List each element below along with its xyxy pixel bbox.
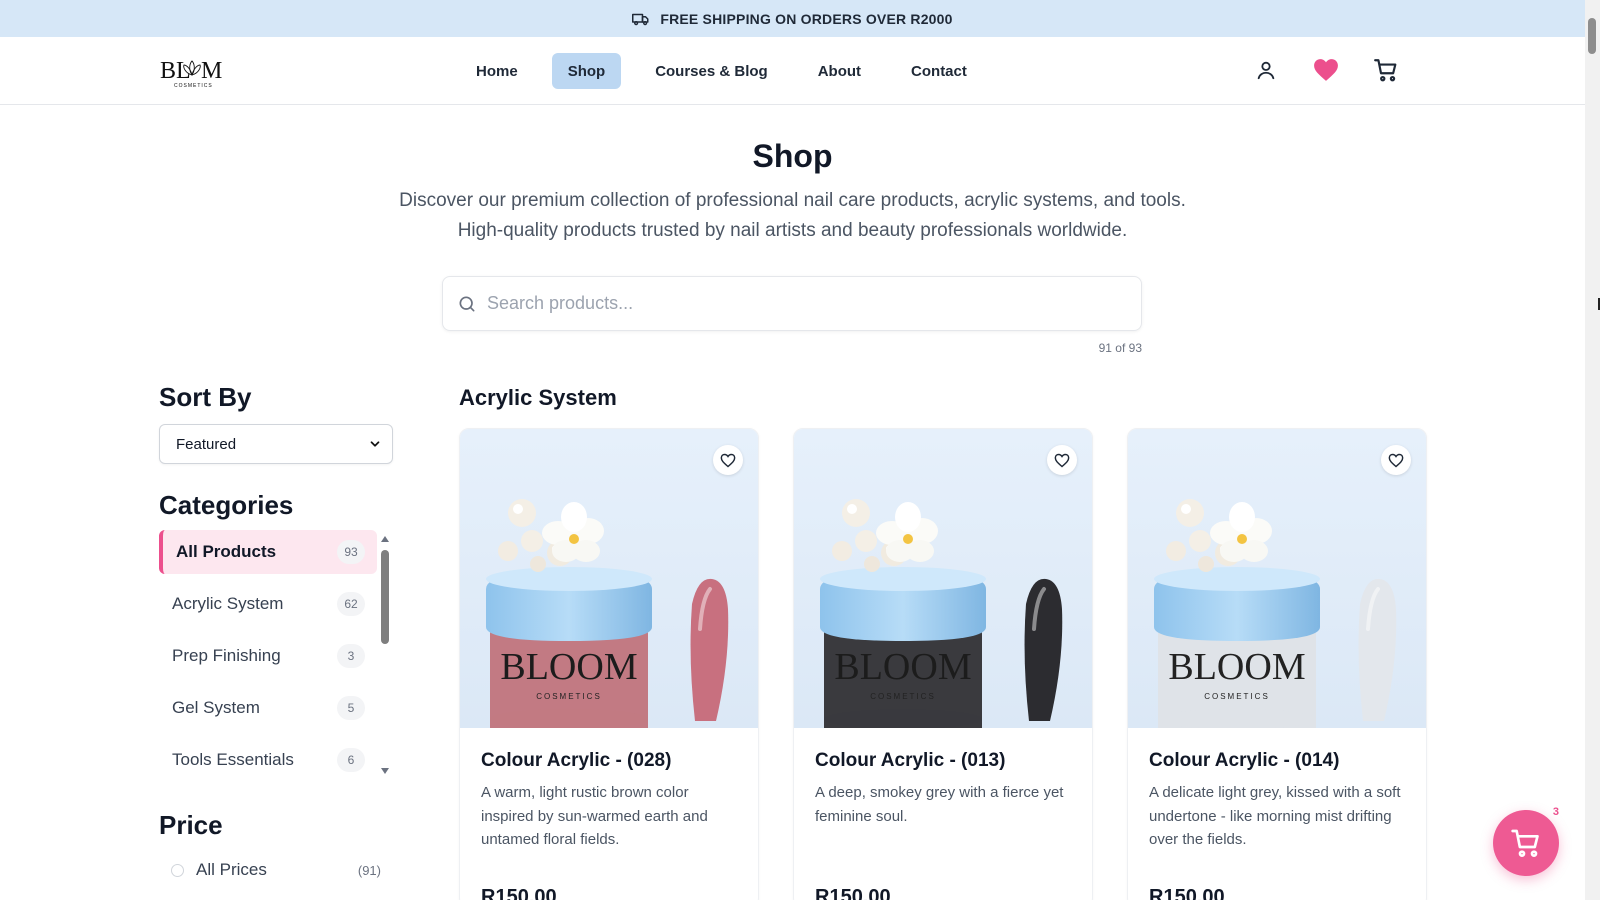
- search-icon: [459, 296, 475, 311]
- category-count: 6: [337, 748, 365, 772]
- product-name[interactable]: Colour Acrylic - (014): [1149, 750, 1406, 772]
- scroll-up-arrow-icon[interactable]: [381, 536, 389, 542]
- product-description: A warm, light rustic brown color inspire…: [481, 784, 708, 848]
- product-description: A deep, smokey grey with a fierce yet fe…: [815, 784, 1064, 825]
- nav-courses-blog[interactable]: Courses & Blog: [639, 53, 784, 89]
- search-box: [442, 276, 1142, 331]
- brand-logo[interactable]: BL M COSMETICS: [160, 53, 232, 93]
- chevron-down-icon: [370, 441, 380, 447]
- product-card[interactable]: BLOOM COSMETICS Colour Acrylic - (014) A …: [1127, 428, 1427, 900]
- category-acrylic-system[interactable]: Acrylic System 62: [159, 582, 377, 626]
- price-radio[interactable]: [171, 863, 184, 877]
- nav-home[interactable]: Home: [460, 53, 534, 89]
- product-photo: BLOOM COSMETICS: [486, 499, 729, 728]
- nav-contact[interactable]: Contact: [895, 53, 983, 89]
- category-gel-system[interactable]: Gel System 5: [159, 686, 377, 730]
- svg-text:M: M: [201, 58, 222, 84]
- product-price: R150.00: [815, 886, 891, 900]
- cart-count-badge: 3: [1552, 806, 1559, 818]
- heart-icon[interactable]: [1313, 57, 1339, 83]
- product-photo: BLOOM COSMETICS: [1154, 499, 1397, 728]
- truck-icon: [632, 13, 649, 25]
- product-image[interactable]: BLOOM COSMETICS: [794, 429, 1092, 728]
- cart-icon: [1511, 829, 1539, 857]
- announcement-text: FREE SHIPPING ON ORDERS OVER R2000: [660, 10, 953, 27]
- category-scrollbar-thumb[interactable]: [381, 550, 389, 644]
- jar-label-text: BLOOM: [834, 646, 971, 688]
- category-scrollbar[interactable]: [379, 536, 391, 774]
- main-nav: Home Shop Courses & Blog About Contact: [460, 53, 1001, 89]
- sort-select[interactable]: Featured: [159, 424, 393, 464]
- page-scrollbar[interactable]: [1585, 0, 1600, 900]
- price-option-label: All Prices: [196, 860, 267, 879]
- heart-outline-icon: [720, 453, 736, 467]
- page-subtitle: Discover our premium collection of profe…: [0, 186, 1585, 246]
- category-label: Tools Essentials: [172, 750, 294, 769]
- price-title: Price: [159, 810, 223, 840]
- category-label: Gel System: [172, 698, 260, 717]
- category-label: Acrylic System: [172, 594, 284, 613]
- site-header: BL M COSMETICS Home Shop Courses & Blog …: [0, 37, 1585, 105]
- wishlist-button[interactable]: [713, 445, 743, 475]
- product-card[interactable]: BLOOM COSMETICS Colour Acrylic - (013) A …: [793, 428, 1093, 900]
- sort-selected-value: Featured: [176, 435, 237, 453]
- announcement-bar: FREE SHIPPING ON ORDERS OVER R2000: [0, 0, 1585, 37]
- cart-icon[interactable]: [1373, 57, 1399, 83]
- category-prep-finishing[interactable]: Prep Finishing 3: [159, 634, 377, 678]
- category-count: 5: [337, 696, 365, 720]
- floating-cart-button[interactable]: 3: [1493, 806, 1559, 876]
- sort-title: Sort By: [159, 382, 252, 412]
- nav-shop[interactable]: Shop: [551, 53, 622, 89]
- price-option-all[interactable]: All Prices (91): [171, 860, 381, 880]
- category-all-products[interactable]: All Products 93: [159, 530, 377, 574]
- product-name[interactable]: Colour Acrylic - (013): [815, 750, 1072, 772]
- product-price: R150.00: [481, 886, 557, 900]
- heart-outline-icon: [1388, 453, 1404, 467]
- jar-label-subtext: COSMETICS: [1204, 692, 1270, 701]
- svg-text:COSMETICS: COSMETICS: [174, 83, 213, 89]
- page-subtitle-line1: Discover our premium collection of profe…: [399, 190, 1186, 211]
- product-photo: BLOOM COSMETICS: [820, 499, 1063, 728]
- wishlist-button[interactable]: [1381, 445, 1411, 475]
- price-option-count: (91): [357, 862, 381, 878]
- result-count: 91 of 93: [1098, 341, 1142, 355]
- product-card[interactable]: BLOOM COSMETICS Colour Acrylic - (028) A …: [459, 428, 759, 900]
- nav-about[interactable]: About: [802, 53, 877, 89]
- user-icon[interactable]: [1253, 57, 1279, 83]
- search-input[interactable]: [487, 293, 1107, 314]
- wishlist-button[interactable]: [1047, 445, 1077, 475]
- product-image[interactable]: BLOOM COSMETICS: [460, 429, 758, 728]
- category-count: 93: [337, 540, 365, 564]
- category-label: Prep Finishing: [172, 646, 281, 665]
- product-description: A delicate light grey, kissed with a sof…: [1149, 784, 1401, 848]
- category-label: All Products: [176, 542, 277, 561]
- product-image[interactable]: BLOOM COSMETICS: [1128, 429, 1426, 728]
- category-count: 3: [337, 644, 365, 668]
- page-subtitle-line2: High-quality products trusted by nail ar…: [457, 220, 1128, 241]
- scroll-down-arrow-icon[interactable]: [381, 768, 389, 774]
- page-title: Shop: [752, 138, 833, 174]
- product-price: R150.00: [1149, 886, 1225, 900]
- category-count: 62: [337, 592, 365, 616]
- jar-label-text: BLOOM: [1168, 646, 1305, 688]
- jar-label-subtext: COSMETICS: [870, 692, 936, 701]
- jar-label-subtext: COSMETICS: [536, 692, 602, 701]
- jar-label-text: BLOOM: [500, 646, 637, 688]
- page-scrollbar-thumb[interactable]: [1588, 18, 1596, 54]
- category-tools-essentials[interactable]: Tools Essentials 6: [159, 738, 377, 782]
- heart-outline-icon: [1054, 453, 1070, 467]
- header-actions: [1253, 57, 1399, 83]
- category-list: All Products 93 Acrylic System 62 Prep F…: [159, 530, 377, 790]
- product-name[interactable]: Colour Acrylic - (028): [481, 750, 738, 772]
- section-title: Acrylic System: [459, 385, 617, 410]
- categories-title: Categories: [159, 490, 294, 520]
